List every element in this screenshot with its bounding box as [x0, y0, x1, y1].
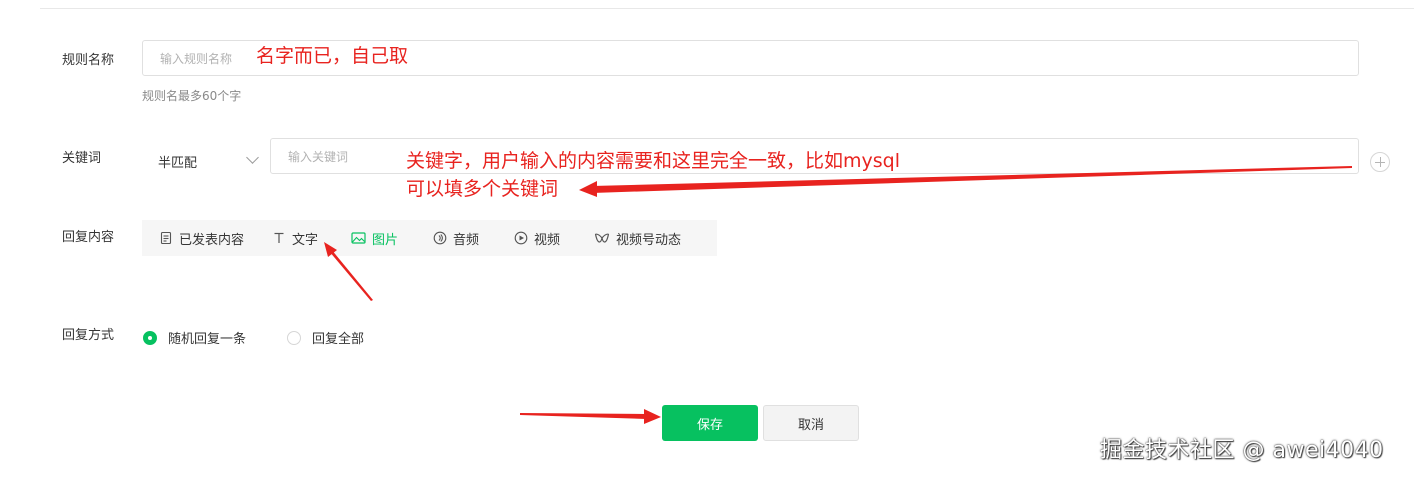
tab-label: 已发表内容 — [179, 232, 245, 248]
save-button[interactable]: 保存 — [662, 405, 758, 441]
radio-random-reply[interactable]: 随机回复一条 — [143, 328, 246, 347]
image-icon — [351, 232, 366, 244]
tab-label: 图片 — [372, 232, 399, 248]
radio-label: 回复全部 — [312, 332, 365, 347]
radio-checked-icon — [143, 330, 157, 345]
document-icon — [160, 231, 172, 245]
save-arrow-head — [644, 409, 661, 424]
tab-text[interactable]: 文字 — [272, 220, 351, 256]
auto-reply-rule-form: 规则名称 输入规则名称 名字而已，自己取 规则名最多60个字 关键词 半匹配 输… — [0, 0, 1414, 477]
radio-label: 随机回复一条 — [168, 332, 247, 347]
tab-label: 视频号动态 — [616, 232, 682, 248]
rule-name-placeholder: 输入规则名称 — [160, 52, 233, 66]
reply-mode-label: 回复方式 — [62, 328, 115, 343]
keyword-annotation-line2: 可以填多个关键词 — [406, 178, 559, 200]
rule-name-hint: 规则名最多60个字 — [142, 89, 242, 103]
tab-audio[interactable]: 音频 — [433, 220, 514, 256]
match-mode-value: 半匹配 — [158, 156, 198, 171]
tab-label: 文字 — [292, 232, 319, 248]
save-arrow-shaft — [520, 413, 646, 419]
tab-channels-feed[interactable]: 视频号动态 — [594, 220, 704, 256]
chevron-down-icon — [246, 151, 259, 164]
tab-label: 音频 — [453, 232, 480, 248]
channels-icon — [594, 233, 610, 243]
top-divider — [40, 8, 1414, 9]
keyword-arrow-head — [579, 181, 597, 197]
keyword-placeholder: 输入关键词 — [288, 150, 349, 164]
match-mode-select[interactable]: 半匹配 — [144, 144, 264, 178]
watermark: 掘金技术社区 @ awei4040 — [1100, 438, 1384, 463]
keyword-annotation-line1: 关键字，用户输入的内容需要和这里完全一致，比如mysql — [406, 150, 900, 172]
text-icon — [274, 232, 284, 243]
video-icon — [514, 231, 528, 245]
tab-arrow-shaft — [329, 249, 373, 301]
cancel-button[interactable]: 取消 — [763, 405, 859, 441]
tab-published-content[interactable]: 已发表内容 — [159, 220, 272, 256]
audio-icon — [433, 231, 447, 245]
rule-name-annotation: 名字而已，自己取 — [256, 45, 409, 67]
tab-image[interactable]: 图片 — [351, 220, 433, 256]
radio-reply-all[interactable]: 回复全部 — [287, 328, 364, 347]
tab-video[interactable]: 视频 — [514, 220, 594, 256]
tab-label: 视频 — [534, 232, 561, 248]
reply-content-label: 回复内容 — [62, 230, 115, 245]
reply-content-tabs: 已发表内容 文字 图片 音频 视频 视频号动态 — [142, 220, 717, 256]
keyword-label: 关键词 — [62, 151, 102, 166]
rule-name-label: 规则名称 — [62, 53, 115, 68]
add-keyword-icon[interactable] — [1370, 152, 1390, 172]
radio-unchecked-icon — [287, 330, 301, 345]
